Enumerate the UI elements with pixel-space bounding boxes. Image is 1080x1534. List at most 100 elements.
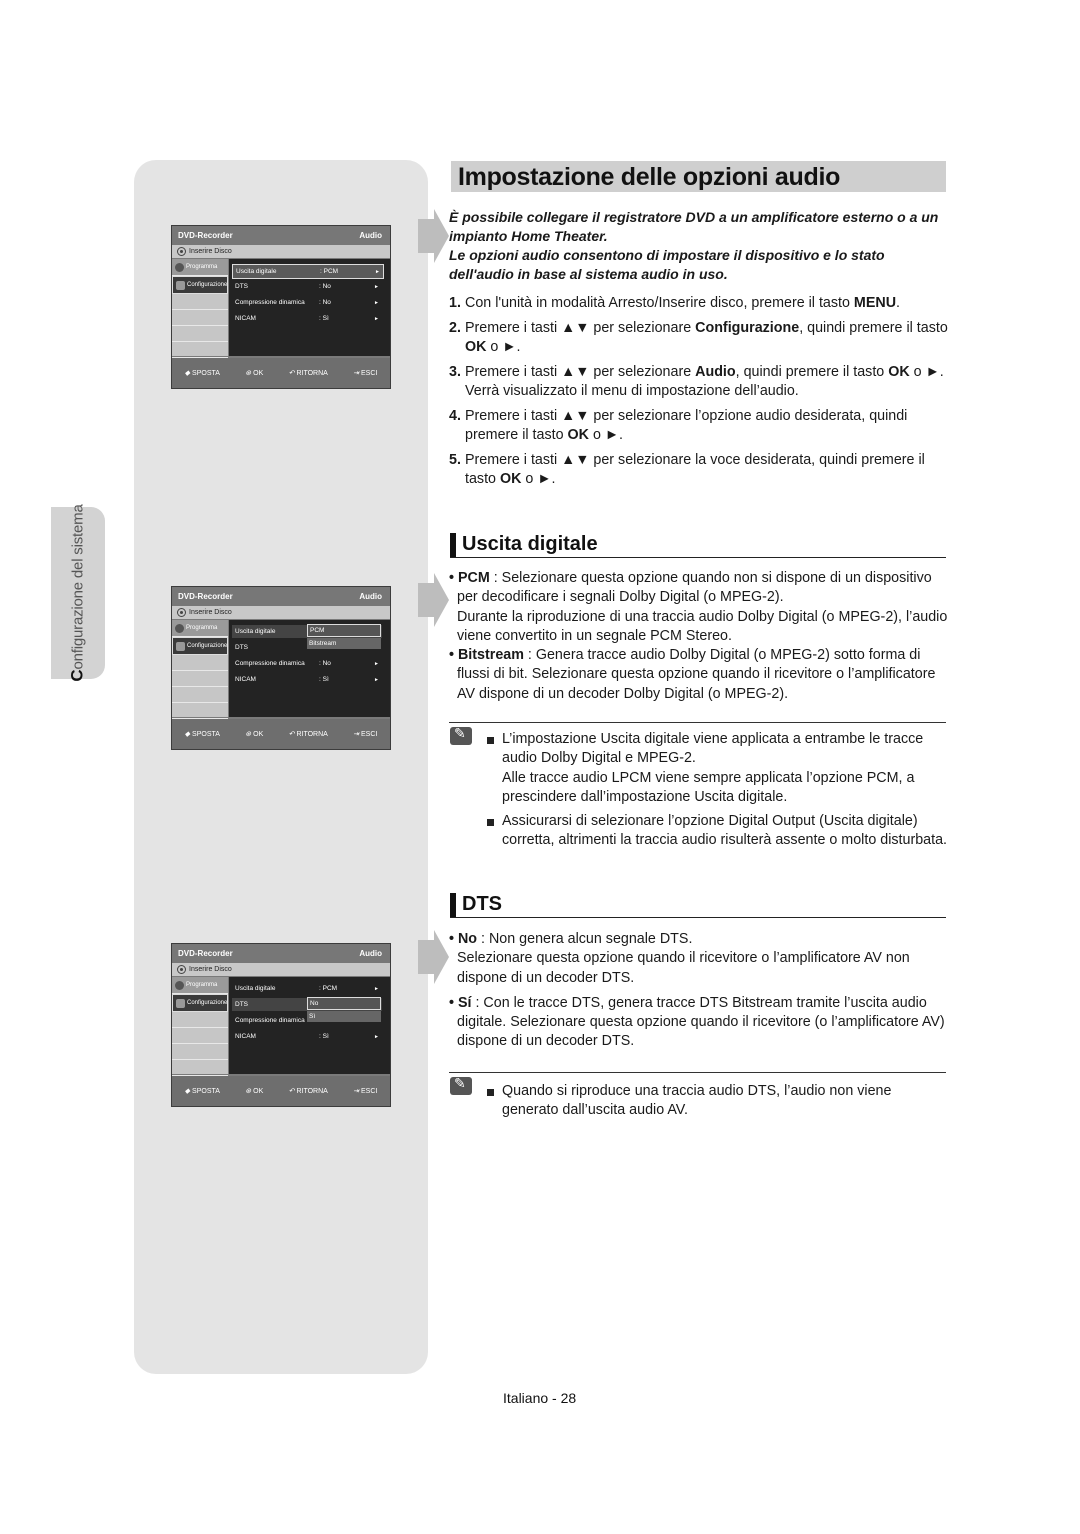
osd-footer: ◆ SPOSTA ⊛ OK ↶ RITORNA ⇥ ESCI (172, 358, 390, 388)
osd-row-label: Compressione dinamica (235, 660, 305, 667)
osd-footer: ◆ SPOSTA ⊛ OK ↶ RITORNA ⇥ ESCI (172, 719, 390, 749)
option-bullet: • PCM : Selezionare questa opzione quand… (449, 569, 954, 646)
osd-sidebar: Programma Configurazione (172, 620, 228, 719)
osd-footer-item: ⊛ OK (245, 1087, 264, 1096)
clock-icon (175, 623, 184, 633)
osd-footer-label: OK (253, 1087, 264, 1095)
arrow-right-icon: ► (375, 268, 380, 275)
osd-menu-row[interactable]: NICAM: Sì ► (232, 1030, 382, 1043)
osd-option[interactable]: Sì (307, 1011, 381, 1022)
osd-row-label: Compressione dinamica (235, 1017, 305, 1024)
osd-option-popup: PCM Bitstream (307, 624, 381, 650)
osd-sidebar-empty (172, 1012, 228, 1028)
osd-row-value: : Sì (319, 1033, 329, 1040)
uscita-options: • PCM : Selezionare questa opzione quand… (449, 569, 954, 704)
osd-option[interactable]: No (307, 997, 381, 1010)
osd-sidebar-item-configurazione[interactable]: Configurazione (172, 637, 228, 655)
pointer-arrow-icon (418, 930, 449, 984)
osd-sidebar-item-programma[interactable]: Programma (172, 259, 228, 276)
osd-footer-label: RITORNA (296, 730, 328, 738)
pointer-arrow-icon (418, 573, 449, 627)
osd-sidebar-item-configurazione[interactable]: Configurazione (172, 994, 228, 1012)
osd-sidebar-empty (172, 1044, 228, 1060)
step-text: Con l'unità in modalità Arresto/Inserire… (465, 295, 901, 311)
osd-menu-row[interactable]: Uscita digitale: PCM ► (232, 264, 384, 279)
uscita-notes: L’impostazione Uscita digitale viene app… (487, 730, 949, 856)
clock-icon (175, 980, 184, 990)
osd-footer-label: SPOSTA (192, 1087, 220, 1095)
osd-brand: DVD-Recorder (178, 592, 233, 601)
osd-screen-uscita-digitale: DVD-Recorder Audio Inserire Disco Programma… (171, 586, 391, 750)
osd-footer-label: SPOSTA (192, 730, 220, 738)
osd-sidebar-empty (172, 671, 228, 687)
osd-option-popup: No Sì (307, 997, 381, 1023)
osd-row-label: NICAM (235, 676, 256, 683)
step-number: 3. (449, 363, 461, 380)
osd-disc-status: Inserire Disco (172, 245, 390, 258)
note-item: Assicurarsi di selezionare l’opzione Dig… (487, 812, 949, 851)
osd-sidebar-label: Configurazione (187, 282, 228, 288)
divider (449, 1072, 946, 1073)
osd-footer-label: ESCI (361, 730, 378, 738)
osd-sidebar-item-programma[interactable]: Programma (172, 620, 228, 637)
osd-footer-label: RITORNA (296, 369, 328, 377)
intro-line: È possibile collegare il registratore DV… (449, 209, 939, 244)
intro-text: È possibile collegare il registratore DV… (449, 208, 949, 284)
osd-menu: Uscita digitale: PCM ► DTS: No ► Compression… (229, 259, 390, 356)
osd-menu-row[interactable]: Uscita digitale: PCM ► (232, 982, 382, 995)
move-icon: ◆ (184, 370, 191, 377)
dts-options: • No : Non genera alcun segnale DTS. Sele… (449, 930, 954, 1058)
dts-notes: Quando si riproduce una traccia audio DT… (487, 1082, 949, 1126)
bullet-dot: • (449, 994, 458, 1011)
osd-row-label: DTS (235, 1001, 248, 1008)
arrow-right-icon: ► (374, 299, 379, 306)
osd-header: DVD-Recorder Audio (172, 944, 390, 963)
osd-menu-row[interactable]: NICAM: Sì ► (232, 312, 382, 325)
section-title: DTS (462, 893, 502, 915)
osd-body: Programma Configurazione Uscita digitale DT… (172, 620, 390, 719)
pointer-arrow-icon (418, 209, 449, 263)
chapter-tab-label: Configurazione del sistema (51, 504, 105, 681)
osd-sidebar-item-configurazione[interactable]: Configurazione (172, 276, 228, 294)
section-title: Uscita digitale (462, 533, 598, 555)
osd-sidebar-empty (172, 703, 228, 719)
option-term: PCM (457, 570, 490, 586)
osd-header: DVD-Recorder Audio (172, 587, 390, 606)
step-item: 4. Premere i tasti ▲▼ per selezionare l’o… (449, 407, 954, 446)
arrow-right-icon: ► (374, 985, 379, 992)
arrow-right-icon: ► (374, 315, 379, 322)
exit-icon: ⇥ (353, 731, 359, 738)
osd-footer-item: ↶ RITORNA (289, 1087, 328, 1096)
step-keyword: OK (888, 363, 910, 380)
osd-menu-row[interactable]: Compressione dinamica: No ► (232, 296, 382, 309)
osd-body: Programma Configurazione Uscita digitale: … (172, 259, 390, 358)
osd-sidebar-empty (172, 326, 228, 342)
osd-row-label: Uscita digitale (235, 985, 276, 992)
disc-icon (177, 608, 186, 617)
move-icon: ◆ (184, 731, 191, 738)
exit-icon: ⇥ (353, 370, 359, 377)
osd-sidebar-empty (172, 294, 228, 310)
osd-option[interactable]: PCM (307, 624, 381, 637)
osd-sidebar-empty (172, 687, 228, 703)
osd-option[interactable]: Bitstream (307, 638, 381, 649)
osd-sidebar-label: Programma (186, 264, 218, 270)
osd-sidebar: Programma Configurazione (172, 977, 228, 1076)
page-title: Impostazione delle opzioni audio (458, 163, 841, 191)
osd-row-value: : Sì (319, 315, 329, 322)
osd-row-value: : Sì (319, 676, 329, 683)
osd-disc-status: Inserire Disco (172, 606, 390, 619)
osd-footer: ◆ SPOSTA ⊛ OK ↶ RITORNA ⇥ ESCI (172, 1076, 390, 1106)
arrow-right-icon: ► (374, 660, 379, 667)
osd-menu-row[interactable]: Compressione dinamica: No ► (232, 657, 382, 670)
osd-footer-item: ⇥ ESCI (353, 730, 378, 739)
osd-menu-row[interactable]: DTS: No ► (232, 280, 382, 293)
osd-screen-audio-menu: DVD-Recorder Audio Inserire Disco Programma… (171, 225, 391, 389)
osd-menu-row[interactable]: NICAM: Sì ► (232, 673, 382, 686)
osd-sidebar-item-programma[interactable]: Programma (172, 977, 228, 994)
arrow-right-icon: ► (374, 1033, 379, 1040)
osd-footer-item: ◆ SPOSTA (185, 1087, 220, 1096)
osd-sidebar-empty (172, 1060, 228, 1076)
osd-row-value: : No (319, 283, 331, 290)
step-text: Premere i tasti ▲▼ per selezionare Audio… (465, 363, 944, 400)
